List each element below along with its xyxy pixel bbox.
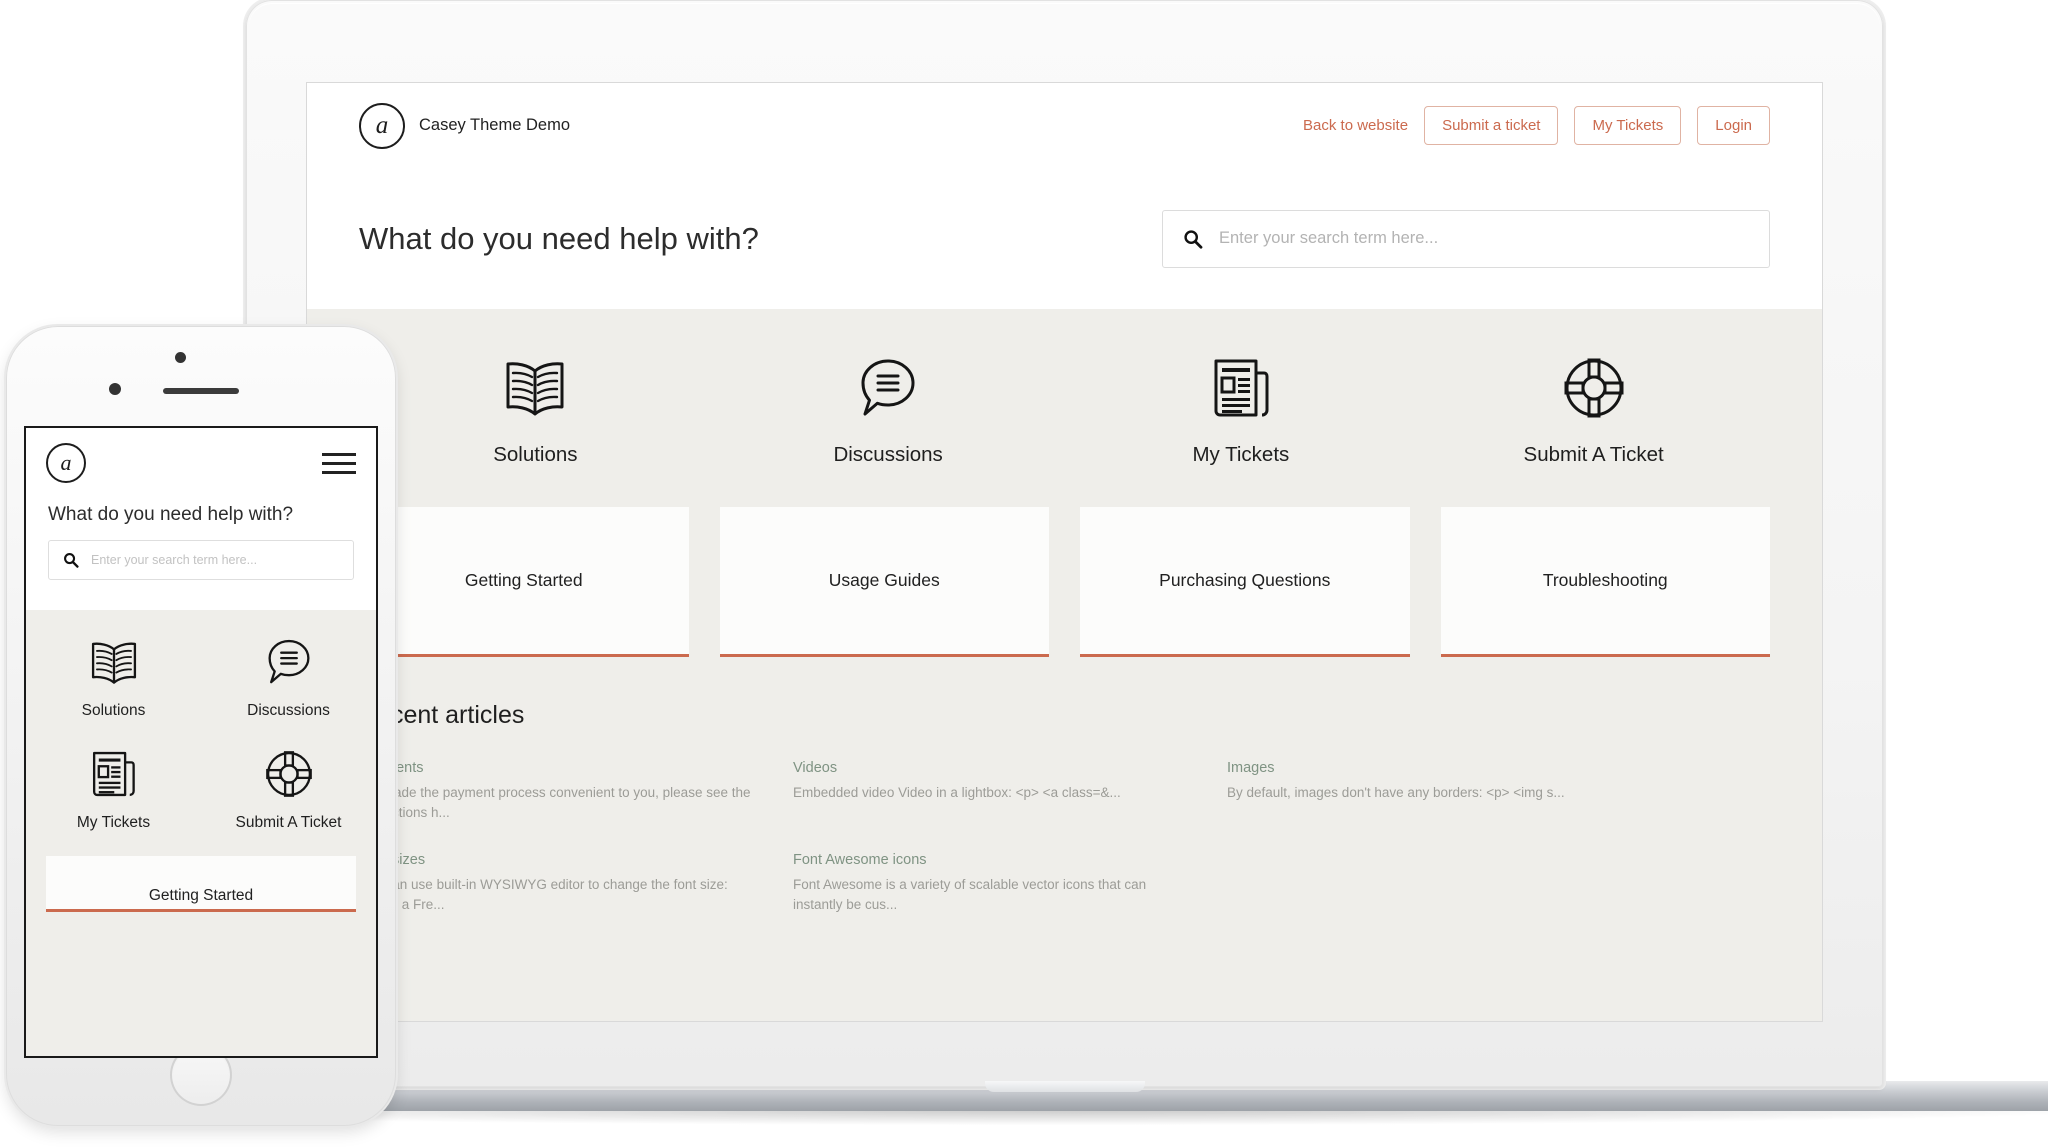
folder-card[interactable]: Purchasing Questions <box>1080 507 1410 657</box>
category-label: Submit A Ticket <box>1523 443 1664 466</box>
article-title[interactable]: Payments <box>359 760 751 776</box>
laptop-base-notch <box>984 1081 1145 1092</box>
site-header: a Casey Theme Demo Back to website Submi… <box>307 83 1822 168</box>
article-title[interactable]: Images <box>1227 760 1619 776</box>
article-excerpt: You can use built-in WYSIWYG editor to c… <box>359 877 728 912</box>
search-box[interactable] <box>1162 209 1770 268</box>
mobile-category-label: My Tickets <box>76 814 151 831</box>
article-slot-empty <box>1227 852 1619 914</box>
hamburger-menu-icon[interactable] <box>322 452 356 474</box>
submit-a-ticket-button[interactable]: Submit a ticket <box>1424 106 1559 145</box>
newspaper-icon <box>91 748 136 800</box>
category-my-tickets[interactable]: My Tickets <box>1065 355 1418 467</box>
folder-card[interactable]: Troubleshooting <box>1440 507 1770 657</box>
category-label: Discussions <box>833 443 943 466</box>
category-label: Solutions <box>493 443 578 466</box>
folder-card-title: Getting Started <box>464 570 583 590</box>
laptop-screen: a Casey Theme Demo Back to website Submi… <box>306 82 1823 1022</box>
brand[interactable]: a Casey Theme Demo <box>359 102 571 149</box>
article-item[interactable]: Images By default, images don't have any… <box>1227 760 1619 822</box>
article-title[interactable]: Font sizes <box>359 852 751 868</box>
brand-name: Casey Theme Demo <box>419 116 571 134</box>
article-excerpt: Font Awesome is a variety of scalable ve… <box>793 877 1147 912</box>
login-button[interactable]: Login <box>1697 106 1770 145</box>
mobile-category-label: Solutions <box>81 702 146 719</box>
lifebuoy-icon <box>265 748 313 800</box>
article-item[interactable]: Payments We made the payment process con… <box>359 760 751 822</box>
search-icon <box>1183 229 1203 249</box>
laptop-mockup: a Casey Theme Demo Back to website Submi… <box>26 0 2048 1125</box>
mobile-folder-card[interactable]: Getting Started <box>46 856 356 912</box>
category-solutions[interactable]: Solutions <box>359 355 712 467</box>
article-title[interactable]: Font Awesome icons <box>793 852 1185 868</box>
speech-bubble-icon <box>857 355 919 421</box>
mobile-category-submit-a-ticket[interactable]: Submit A Ticket <box>201 748 376 832</box>
article-title[interactable]: Videos <box>793 760 1185 776</box>
search-icon <box>63 552 79 568</box>
article-excerpt: Embedded video Video in a lightbox: <p> … <box>793 785 1121 800</box>
phone-speaker <box>163 388 239 394</box>
mobile-folder-card-title: Getting Started <box>148 887 254 904</box>
recent-articles-list: Payments We made the payment process con… <box>359 760 1619 914</box>
recent-articles-heading: Recent articles <box>359 701 525 729</box>
helpdesk-page: a Casey Theme Demo Back to website Submi… <box>307 83 1822 1021</box>
article-item[interactable]: Videos Embedded video Video in a lightbo… <box>793 760 1185 822</box>
brand-logo-icon: a <box>359 102 405 149</box>
my-tickets-button[interactable]: My Tickets <box>1574 106 1682 145</box>
mockup-stage: a Casey Theme Demo Back to website Submi… <box>0 0 2048 1147</box>
mobile-search-heading: What do you need help with? <box>48 504 294 525</box>
phone-mockup: a What do you need help with? Enter your… <box>6 326 396 1126</box>
lifebuoy-icon <box>1563 355 1625 421</box>
article-excerpt: We made the payment process convenient t… <box>359 785 751 820</box>
mobile-header: a <box>26 428 376 498</box>
category-icon-row: Solutions Discussions My Tickets Submit … <box>359 355 1770 467</box>
mobile-category-my-tickets[interactable]: My Tickets <box>26 748 201 832</box>
article-item[interactable]: Font sizes You can use built-in WYSIWYG … <box>359 852 751 914</box>
search-section: What do you need help with? <box>307 168 1822 309</box>
category-discussions[interactable]: Discussions <box>712 355 1065 467</box>
folder-card-title: Purchasing Questions <box>1159 570 1331 590</box>
mobile-search-input[interactable] <box>91 553 339 567</box>
header-nav: Back to website Submit a ticket My Ticke… <box>1303 106 1770 145</box>
category-label: My Tickets <box>1192 443 1290 466</box>
open-book-icon <box>90 636 138 688</box>
phone-camera <box>109 383 121 395</box>
mobile-body: Solutions Discussions My Tickets Submit … <box>26 610 376 1056</box>
mobile-category-label: Discussions <box>247 702 330 719</box>
open-book-icon <box>504 355 566 421</box>
article-item[interactable]: Font Awesome icons Font Awesome is a var… <box>793 852 1185 914</box>
folder-card[interactable]: Usage Guides <box>719 507 1049 657</box>
newspaper-icon <box>1212 355 1270 421</box>
mobile-category-label: Submit A Ticket <box>235 814 342 831</box>
folder-card[interactable]: Getting Started <box>359 507 689 657</box>
search-heading: What do you need help with? <box>359 220 759 256</box>
speech-bubble-icon <box>265 636 313 688</box>
mobile-search-box[interactable] <box>48 540 354 580</box>
search-input[interactable] <box>1219 229 1749 248</box>
article-excerpt: By default, images don't have any border… <box>1227 785 1565 800</box>
phone-screen: a What do you need help with? Enter your… <box>24 426 378 1058</box>
page-body: Solutions Discussions My Tickets Submit … <box>307 309 1822 1021</box>
category-submit-a-ticket[interactable]: Submit A Ticket <box>1417 355 1770 467</box>
mobile-brand-logo-icon: a <box>46 443 86 483</box>
mobile-category-solutions[interactable]: Solutions <box>26 636 201 720</box>
mobile-category-grid: Solutions Discussions My Tickets Submit … <box>26 636 376 832</box>
mobile-search-section: What do you need help with? <box>26 498 376 610</box>
back-to-website-link[interactable]: Back to website <box>1303 117 1408 134</box>
folder-card-title: Usage Guides <box>828 570 940 590</box>
mobile-category-discussions[interactable]: Discussions <box>201 636 376 720</box>
folder-card-row: Getting Started Usage Guides Purchasing … <box>359 507 1770 657</box>
phone-sensor <box>175 352 186 363</box>
folder-card-title: Troubleshooting <box>1542 570 1668 590</box>
